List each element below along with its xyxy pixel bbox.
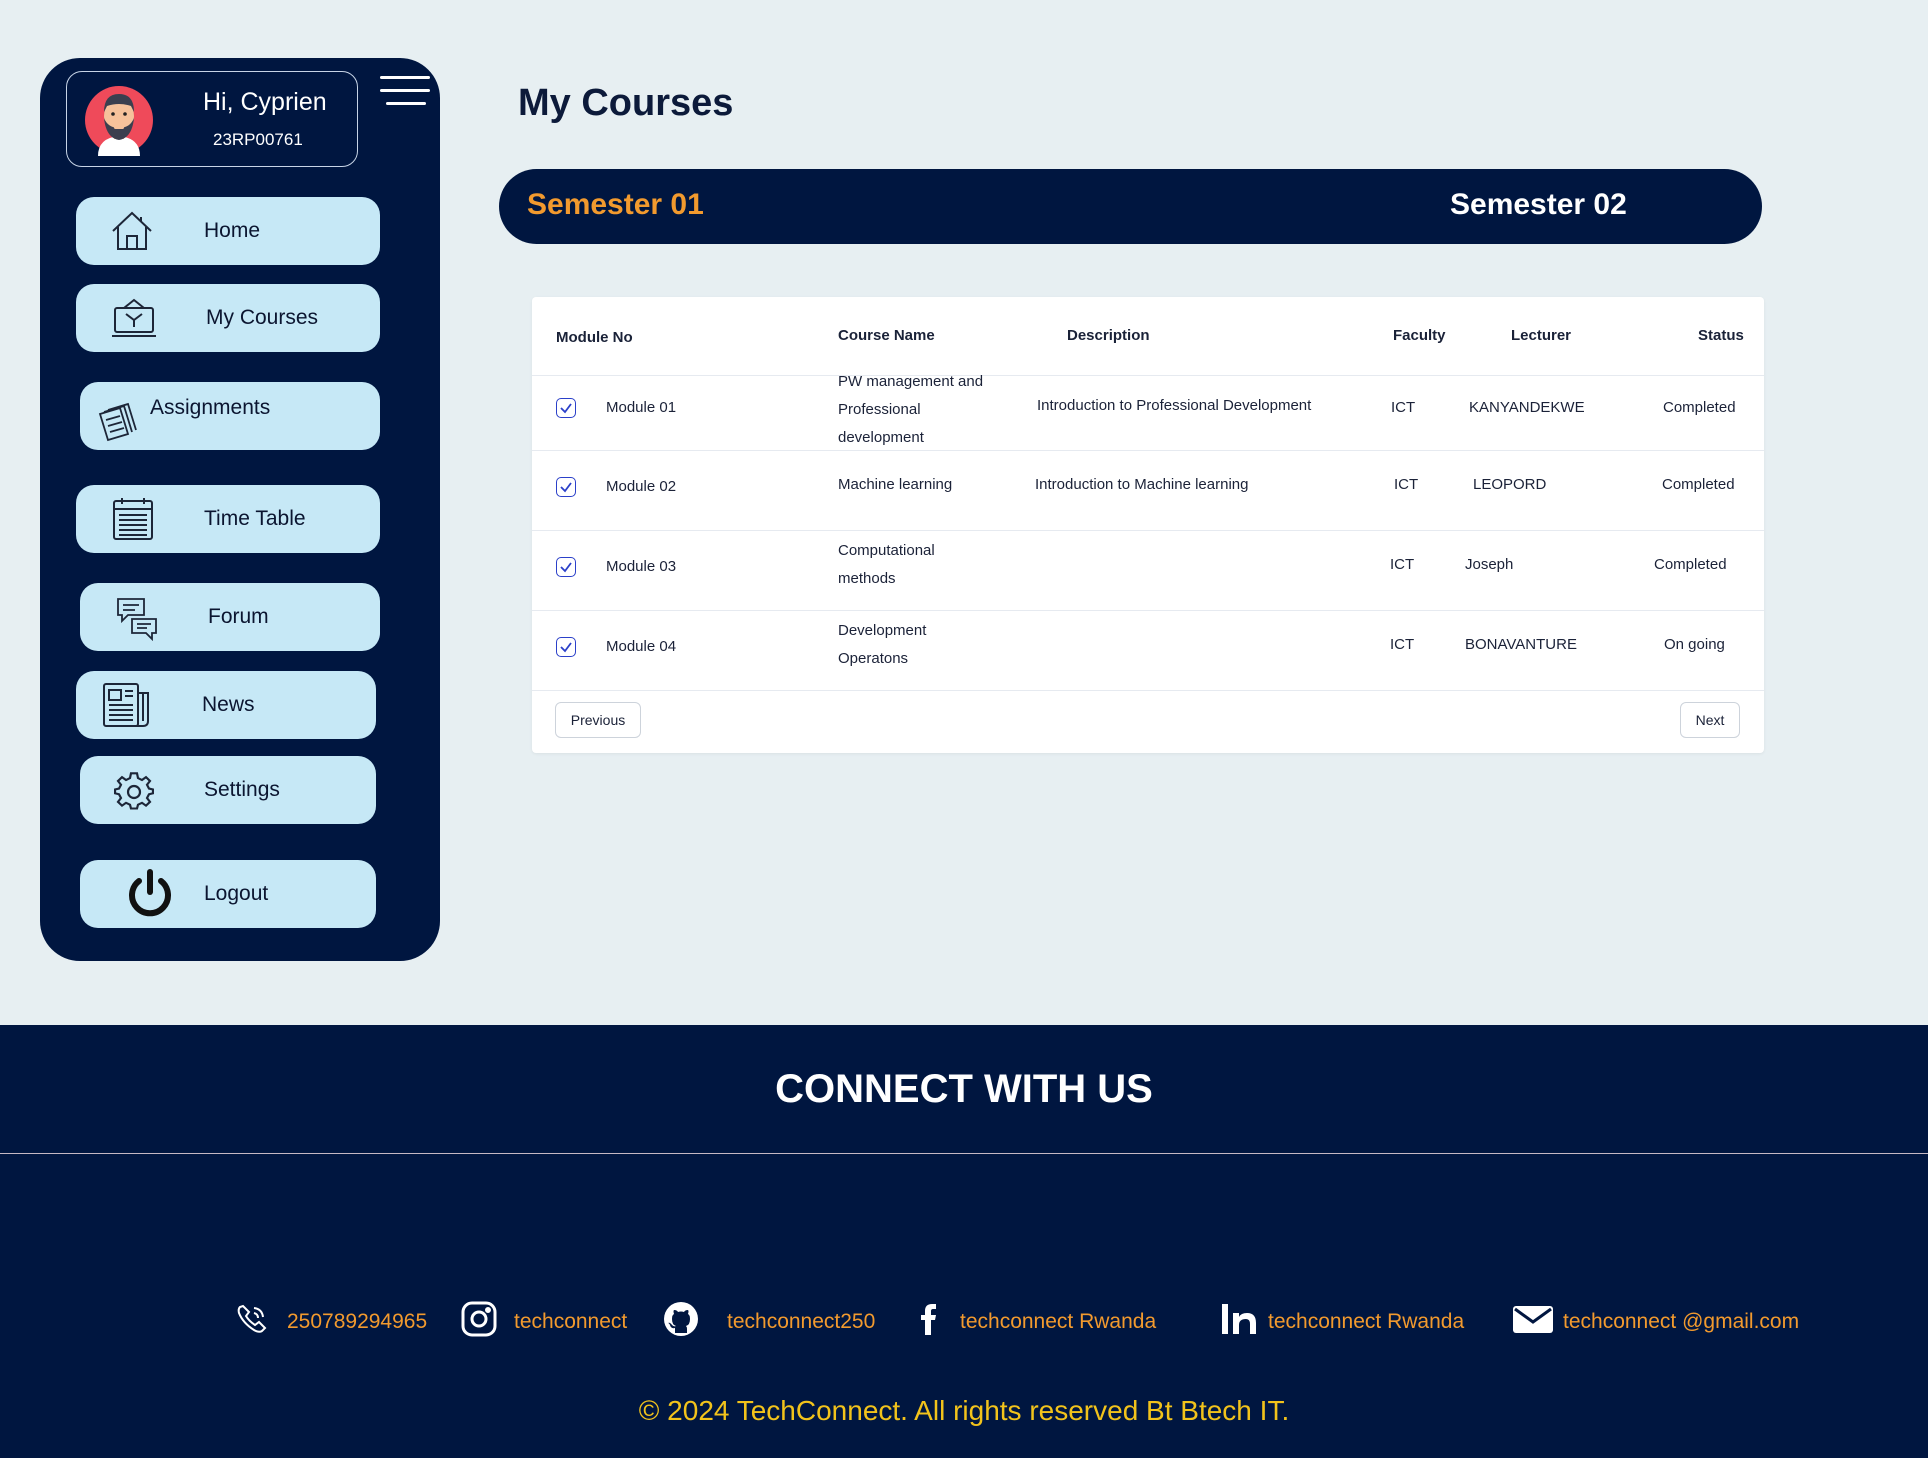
- hamburger-menu-icon[interactable]: [380, 76, 430, 110]
- column-header-course-name: Course Name: [838, 327, 935, 344]
- cell-faculty: ICT: [1390, 556, 1415, 573]
- gear-icon: [113, 772, 162, 820]
- cell-status: Completed: [1663, 399, 1736, 416]
- cell-faculty: ICT: [1390, 636, 1415, 653]
- sidebar-item-label: News: [202, 693, 255, 716]
- footer-heading: CONNECT WITH US: [775, 1067, 1153, 1111]
- cell-course-name: Computational methods: [838, 542, 935, 587]
- cell-module: Module 02: [606, 478, 677, 495]
- tab-semester-01[interactable]: Semester 01: [527, 188, 704, 222]
- courses-icon: [110, 294, 158, 342]
- facebook-icon: [910, 1301, 948, 1337]
- sidebar-item-label: Forum: [208, 605, 269, 628]
- footer-divider: [0, 1153, 1928, 1154]
- cell-lecturer: Joseph: [1465, 556, 1514, 573]
- sidebar-item-logout[interactable]: Logout: [80, 860, 376, 928]
- instagram-icon: [460, 1301, 498, 1337]
- column-header-status: Status: [1698, 327, 1744, 344]
- sidebar-item-forum[interactable]: Forum: [80, 583, 380, 651]
- power-icon: [124, 868, 176, 920]
- cell-status: Completed: [1662, 476, 1735, 493]
- column-header-lecturer: Lecturer: [1511, 327, 1572, 344]
- cell-course-name: Machine learning: [838, 476, 953, 493]
- table-row[interactable]: Module 03 Computational methods ICT Jose…: [532, 530, 1764, 610]
- cell-description: Introduction to Professional Development: [1037, 397, 1312, 414]
- sidebar-item-my-courses[interactable]: My Courses: [76, 284, 380, 352]
- contact-email-link[interactable]: techconnect @gmail.com: [1563, 1310, 1799, 1334]
- table-divider: [532, 690, 1764, 691]
- sidebar-item-home[interactable]: Home: [76, 197, 380, 265]
- column-header-description: Description: [1067, 327, 1150, 344]
- sidebar-item-label: Logout: [204, 882, 269, 905]
- cell-faculty: ICT: [1391, 399, 1416, 416]
- table-row[interactable]: Module 04 Development Operatons ICT BONA…: [532, 610, 1764, 690]
- cell-lecturer: KANYANDEKWE: [1469, 399, 1585, 416]
- mail-icon: [1511, 1301, 1555, 1337]
- cell-module: Module 03: [606, 558, 677, 575]
- cell-description: Introduction to Machine learning: [1035, 476, 1249, 493]
- linkedin-icon: [1220, 1301, 1258, 1337]
- cell-module: Module 04: [606, 638, 677, 655]
- row-checkbox[interactable]: [556, 477, 576, 497]
- sidebar-item-label: My Courses: [206, 306, 319, 329]
- cell-course-name: PW management and Professional developme…: [838, 373, 984, 446]
- contact-facebook-link[interactable]: techconnect Rwanda: [960, 1310, 1156, 1334]
- row-checkbox[interactable]: [556, 398, 576, 418]
- contact-phone-link[interactable]: 250789294965: [287, 1310, 427, 1334]
- news-icon: [102, 681, 150, 729]
- sidebar-item-label: Time Table: [204, 507, 306, 530]
- cell-lecturer: LEOPORD: [1473, 476, 1547, 493]
- contact-linkedin-link[interactable]: techconnect Rwanda: [1268, 1310, 1464, 1334]
- sidebar-item-news[interactable]: News: [76, 671, 376, 739]
- avatar: [84, 82, 154, 156]
- cell-course-name: Development Operatons: [838, 622, 927, 667]
- next-button[interactable]: Next: [1680, 702, 1740, 738]
- sidebar: Hi, Cyprien 23RP00761 Home My Courses As…: [40, 58, 440, 961]
- cell-status: On going: [1664, 636, 1725, 653]
- row-checkbox[interactable]: [556, 637, 576, 657]
- semester-tabs: Semester 01 Semester 02: [499, 169, 1762, 244]
- calendar-icon: [110, 495, 158, 543]
- sidebar-item-time-table[interactable]: Time Table: [76, 485, 380, 553]
- sidebar-item-label: Assignments: [150, 396, 271, 419]
- column-header-module: Module No: [556, 329, 633, 346]
- contact-github-link[interactable]: techconnect250: [727, 1310, 875, 1334]
- github-icon: [662, 1301, 700, 1337]
- sidebar-item-label: Settings: [204, 778, 280, 801]
- sidebar-item-label: Home: [204, 219, 261, 242]
- registration-number: 23RP00761: [213, 130, 303, 149]
- forum-icon: [114, 593, 162, 642]
- cell-status: Completed: [1654, 556, 1727, 573]
- home-icon: [108, 207, 156, 255]
- table-row[interactable]: Module 02 Machine learning Introduction …: [532, 450, 1764, 530]
- cell-faculty: ICT: [1394, 476, 1419, 493]
- copyright-text: © 2024 TechConnect. All rights reserved …: [638, 1395, 1290, 1426]
- contact-instagram-link[interactable]: techconnect: [514, 1310, 627, 1334]
- column-header-faculty: Faculty: [1393, 327, 1446, 344]
- greeting: Hi, Cyprien: [203, 88, 327, 116]
- assignments-icon: [94, 400, 142, 448]
- cell-lecturer: BONAVANTURE: [1465, 636, 1577, 653]
- footer: CONNECT WITH US 250789294965 techconnect…: [0, 1025, 1928, 1458]
- row-checkbox[interactable]: [556, 557, 576, 577]
- profile-card[interactable]: Hi, Cyprien 23RP00761: [66, 71, 358, 167]
- phone-icon: [234, 1301, 272, 1337]
- sidebar-item-assignments[interactable]: Assignments: [80, 382, 380, 450]
- previous-button[interactable]: Previous: [555, 702, 641, 738]
- page-title: My Courses: [518, 82, 734, 124]
- tab-semester-02[interactable]: Semester 02: [1450, 188, 1627, 222]
- table-row[interactable]: Module 01 PW management and Professional…: [532, 373, 1764, 455]
- cell-module: Module 01: [606, 399, 677, 416]
- sidebar-item-settings[interactable]: Settings: [80, 756, 376, 824]
- courses-table: Module No Course Name Description Facult…: [532, 297, 1764, 753]
